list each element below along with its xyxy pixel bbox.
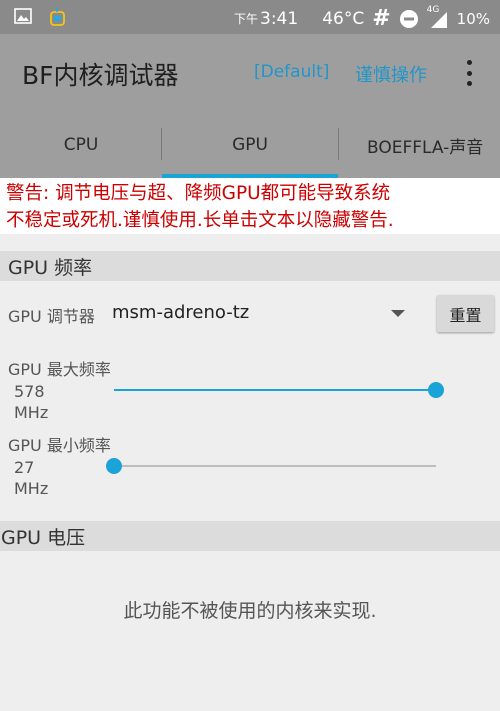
time-prefix: 下午 — [234, 12, 259, 26]
tab-boeffla-sound[interactable]: BOEFFLA-声音 — [339, 112, 500, 178]
min-frequency-unit: MHz — [14, 479, 49, 498]
governor-label: GPU 调节器 — [8, 307, 95, 326]
slider-fill — [114, 389, 436, 391]
max-frequency-number: 578 — [14, 382, 45, 401]
section-title: GPU 频率 — [8, 256, 93, 279]
app-notification-icon — [50, 8, 65, 26]
dropdown-arrow-icon[interactable] — [391, 310, 405, 317]
not-implemented-message: 此功能不被使用的内核来实现. — [123, 600, 377, 622]
max-frequency-value: 578 MHz — [14, 381, 64, 423]
tab-cpu[interactable]: CPU — [0, 112, 162, 178]
tab-gpu[interactable]: GPU — [162, 112, 338, 178]
warning-line-2: 不稳定或死机.谨慎使用.长单击文本以隐藏警告. — [6, 210, 394, 231]
hash-icon: # — [372, 6, 391, 31]
min-frequency-number: 27 — [14, 458, 35, 477]
tab-bar: CPU GPU BOEFFLA-声音 — [0, 112, 500, 178]
max-frequency-label: GPU 最大频率 — [8, 360, 111, 379]
governor-select[interactable]: msm-adreno-tz — [112, 302, 249, 323]
min-frequency-value: 27 MHz — [14, 457, 64, 499]
max-frequency-unit: MHz — [14, 403, 49, 422]
reset-button[interactable]: 重置 — [437, 295, 494, 332]
min-frequency-slider[interactable] — [106, 454, 436, 478]
slider-thumb[interactable] — [106, 458, 122, 474]
profile-button[interactable]: [Default] — [254, 62, 329, 82]
app-bar: BF内核调试器 [Default] 谨慎操作 — [0, 34, 500, 112]
slider-track — [114, 465, 436, 467]
gallery-icon — [14, 8, 32, 24]
section-title: GPU 电压 — [1, 526, 86, 549]
max-frequency-slider[interactable] — [114, 378, 444, 402]
temperature: 46°C — [322, 8, 365, 29]
do-not-disturb-icon — [399, 9, 418, 28]
warning-banner[interactable]: 警告: 调节电压与超、降频GPU都可能导致系统 不稳定或死机.谨慎使用.长单击文… — [0, 178, 500, 234]
caution-button[interactable]: 谨慎操作 — [355, 61, 427, 87]
slider-thumb[interactable] — [428, 382, 444, 398]
clock: 3:41 — [260, 8, 299, 29]
status-bar: 下午 3:41 46°C # 4G 10% — [0, 0, 500, 34]
overflow-menu-icon[interactable] — [462, 60, 476, 86]
gpu-frequency-header: GPU 频率 — [0, 251, 500, 281]
min-frequency-label: GPU 最小频率 — [8, 436, 111, 455]
warning-line-1: 警告: 调节电压与超、降频GPU都可能导致系统 — [6, 183, 391, 204]
gpu-voltage-header: GPU 电压 — [0, 521, 500, 551]
battery-level: 10% — [456, 9, 490, 28]
signal-icon: 4G — [427, 5, 449, 29]
app-title: BF内核调试器 — [22, 61, 179, 90]
